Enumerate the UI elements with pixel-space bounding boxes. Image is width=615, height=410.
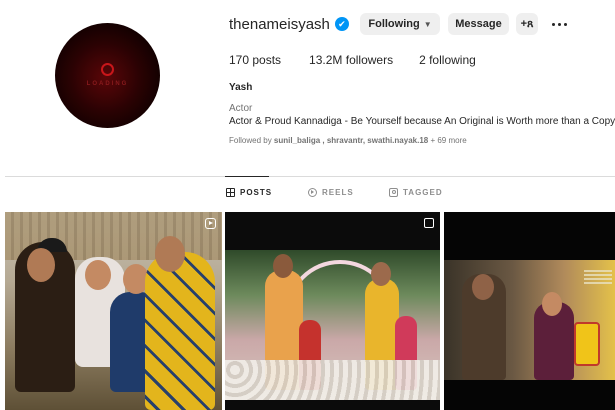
- following-button[interactable]: Following ▼: [360, 13, 440, 35]
- grid-icon: [226, 188, 235, 197]
- post-image-detail: [225, 360, 440, 400]
- posts-count: 170 posts: [229, 53, 282, 67]
- tab-reels[interactable]: REELS: [308, 188, 354, 197]
- username: thenameisyash: [229, 15, 330, 33]
- post-thumbnail-ad[interactable]: [444, 212, 615, 410]
- verified-badge-icon: ✔: [334, 17, 349, 31]
- reels-icon: [308, 188, 317, 197]
- following-link[interactable]: 2 following: [419, 53, 476, 67]
- multiple-photos-icon: [424, 218, 434, 228]
- dot-icon: [557, 22, 561, 26]
- post-image-detail: [273, 254, 293, 278]
- following-label: Following: [368, 18, 420, 30]
- post-image-detail: [574, 322, 600, 366]
- tab-tagged[interactable]: TAGGED: [389, 188, 443, 197]
- username-row: thenameisyash ✔: [229, 12, 349, 36]
- followed-by-suffix: + 69 more: [428, 136, 467, 145]
- tab-tagged-label: TAGGED: [403, 188, 443, 197]
- dot-icon: [563, 22, 567, 26]
- reel-icon: [205, 218, 216, 229]
- profile-stats: 170 posts 13.2M followers 2 following: [229, 53, 504, 67]
- tabs-divider: [5, 176, 615, 177]
- avatar-text: LOADING: [86, 81, 129, 87]
- followed-by-users: sunil_baliga , shravantr, swathi.nayak.1…: [273, 136, 429, 145]
- tab-reels-label: REELS: [322, 188, 354, 197]
- post-image-detail: [472, 274, 494, 300]
- post-thumbnail-ceremony[interactable]: [225, 212, 440, 410]
- message-button[interactable]: Message: [448, 13, 509, 35]
- post-image-detail: [371, 262, 391, 286]
- profile-bio: Actor & Proud Kannadiga - Be Yourself be…: [229, 116, 615, 127]
- post-image-detail: [584, 270, 612, 284]
- profile-full-name: Yash: [229, 82, 253, 93]
- post-image-detail: [145, 252, 215, 410]
- post-image-detail: [85, 260, 111, 290]
- followers-link[interactable]: 13.2M followers: [309, 53, 393, 67]
- followed-by-prefix: Followed by: [229, 136, 274, 145]
- loading-ring-icon: [101, 63, 114, 76]
- post-thumbnail-family[interactable]: [5, 212, 222, 410]
- tab-posts-label: POSTS: [240, 188, 273, 197]
- profile-tabs: POSTS REELS TAGGED: [0, 188, 615, 202]
- active-tab-indicator: [225, 176, 269, 177]
- profile-category: Actor: [229, 103, 253, 114]
- more-options-button[interactable]: [548, 13, 570, 35]
- tab-posts[interactable]: POSTS: [226, 188, 272, 197]
- dot-icon: [551, 22, 555, 26]
- post-image-detail: [155, 236, 185, 272]
- post-image-detail: [27, 248, 55, 282]
- person-add-icon: +ጸ: [520, 17, 534, 30]
- tagged-icon: [389, 188, 398, 197]
- followed-by-link[interactable]: Followed by sunil_baliga , shravantr, sw…: [229, 136, 467, 145]
- person-add-button[interactable]: +ጸ: [516, 13, 538, 35]
- chevron-down-icon: ▼: [423, 19, 432, 29]
- message-label: Message: [455, 18, 502, 30]
- profile-avatar[interactable]: LOADING: [55, 23, 160, 128]
- post-image-detail: [542, 292, 562, 316]
